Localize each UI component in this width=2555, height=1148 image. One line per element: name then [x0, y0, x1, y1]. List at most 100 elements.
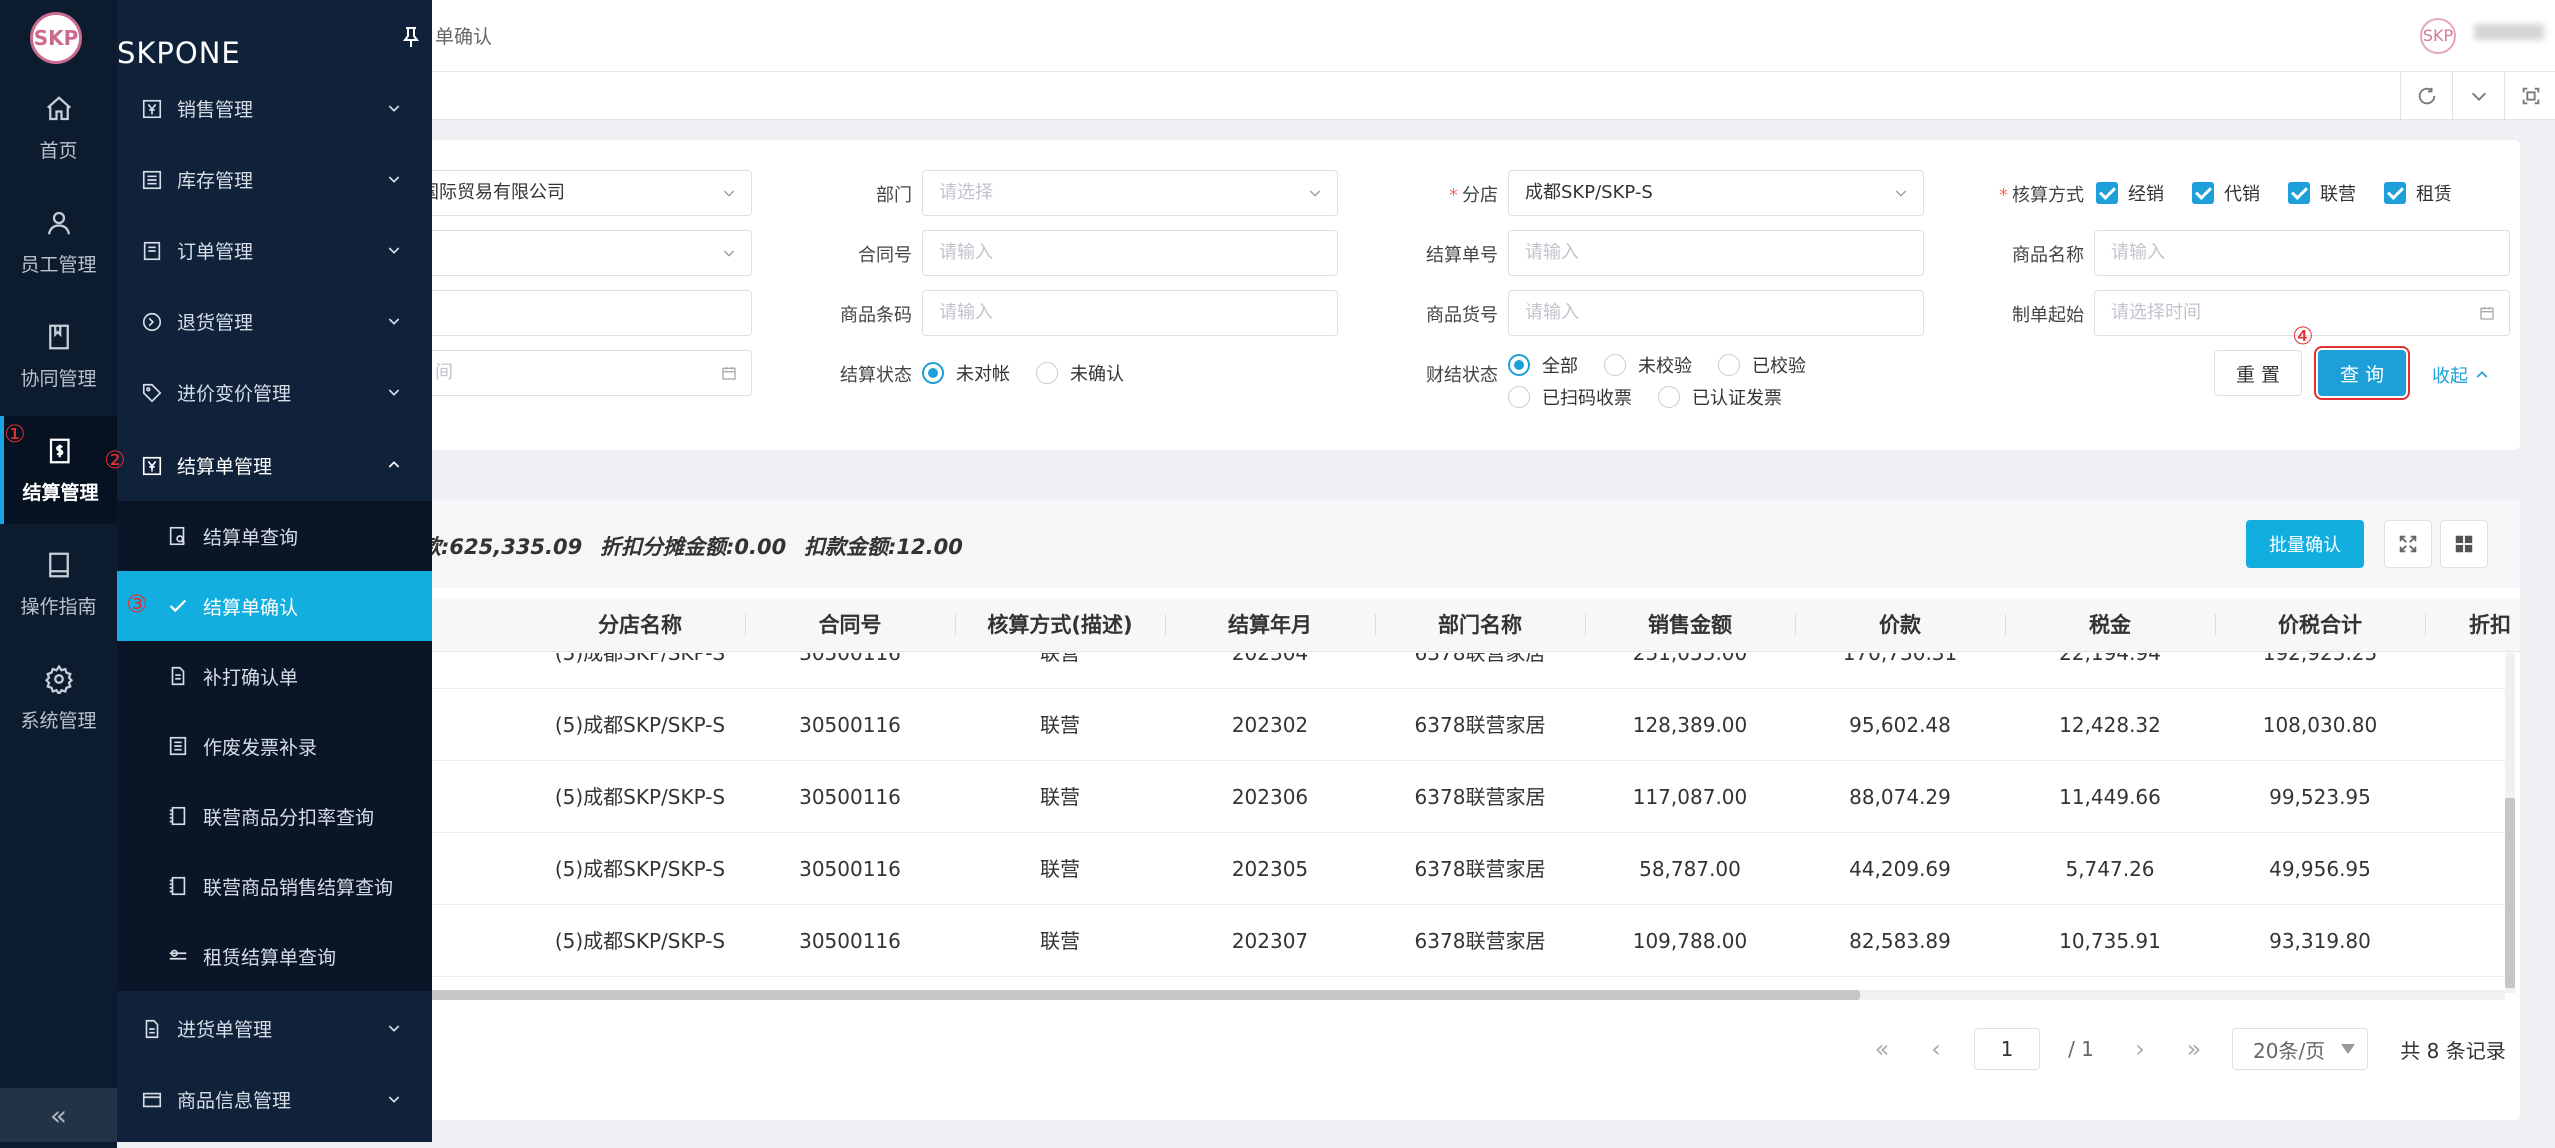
- radio-selected[interactable]: [922, 362, 944, 384]
- method-distribution[interactable]: 经销: [2096, 180, 2164, 206]
- vertical-scrollbar[interactable]: [2505, 653, 2515, 993]
- collapse-filter-link[interactable]: 收起: [2432, 362, 2490, 388]
- report-icon: [169, 806, 186, 826]
- th-dept[interactable]: 部门名称: [1375, 598, 1585, 652]
- product-name-input[interactable]: 请输入: [2094, 230, 2510, 276]
- expand-icon[interactable]: [2384, 520, 2432, 568]
- chevron-down-icon: [1309, 190, 1321, 197]
- menu-item-orders[interactable]: 订单管理: [117, 215, 432, 286]
- finance-status-scanned[interactable]: 已扫码收票: [1508, 384, 1632, 410]
- submenu-settlement-query[interactable]: 结算单查询: [117, 501, 432, 571]
- rail-label: 系统管理: [20, 709, 97, 732]
- vertical-scroll-thumb[interactable]: [2505, 798, 2515, 988]
- radio[interactable]: [1718, 354, 1740, 376]
- th-method[interactable]: 核算方式(描述): [955, 598, 1165, 652]
- finance-status-all[interactable]: 全部: [1508, 352, 1578, 378]
- chevron-down-icon[interactable]: [2452, 72, 2504, 120]
- th-discount[interactable]: 折扣: [2425, 598, 2545, 652]
- checkbox-checked[interactable]: [2096, 182, 2118, 204]
- rail-label: 操作指南: [20, 595, 97, 618]
- submenu-reprint[interactable]: 补打确认单: [117, 641, 432, 711]
- method-consignment[interactable]: 代销: [2192, 180, 2260, 206]
- page-number-input[interactable]: 1: [1974, 1028, 2040, 1070]
- rail-label: 结算管理: [22, 481, 99, 504]
- contract-input[interactable]: 请输入: [922, 230, 1338, 276]
- item-no-input[interactable]: 请输入: [1508, 290, 1924, 336]
- page-size-select[interactable]: 20条/页: [2232, 1028, 2368, 1070]
- rail-item-staff[interactable]: 员工管理: [0, 188, 117, 296]
- last-page-icon[interactable]: »: [2176, 1028, 2212, 1070]
- rail-item-home[interactable]: 首页: [0, 74, 117, 182]
- radio-selected[interactable]: [1508, 354, 1530, 376]
- barcode-input[interactable]: 请输入: [922, 290, 1338, 336]
- menu-label: 进货单管理: [177, 1019, 273, 1041]
- fullscreen-icon[interactable]: [2504, 72, 2555, 120]
- collapse-sidebar-button[interactable]: «: [0, 1088, 117, 1142]
- menu-item-settlement[interactable]: 结算单管理: [117, 430, 432, 501]
- th-total[interactable]: 价税合计: [2215, 598, 2425, 652]
- brand-logo[interactable]: SKP: [30, 12, 82, 64]
- radio[interactable]: [1604, 354, 1626, 376]
- rail-item-collab[interactable]: 协同管理: [0, 302, 117, 410]
- radio[interactable]: [1658, 386, 1680, 408]
- annotation-4: ④: [2292, 322, 2314, 350]
- finance-status-unverified[interactable]: 未校验: [1604, 352, 1692, 378]
- submenu-lease-settlement[interactable]: 租赁结算单查询: [117, 921, 432, 991]
- th-period[interactable]: 结算年月: [1165, 598, 1375, 652]
- submenu-invoice-void[interactable]: 作废发票补录: [117, 711, 432, 781]
- submenu-settlement-confirm[interactable]: 结算单确认: [117, 571, 432, 641]
- dept-select[interactable]: 请选择: [922, 170, 1338, 216]
- cell-method: 联营: [1040, 929, 1080, 953]
- rail-item-guide[interactable]: 操作指南: [0, 530, 117, 638]
- checkbox-checked[interactable]: [2192, 182, 2214, 204]
- prev-page-icon[interactable]: ‹: [1918, 1028, 1954, 1070]
- columns-icon[interactable]: [2440, 520, 2488, 568]
- menu-item-price-change[interactable]: 进价变价管理: [117, 357, 432, 428]
- checkbox-checked[interactable]: [2288, 182, 2310, 204]
- horizontal-scroll-thumb[interactable]: [420, 990, 1860, 1000]
- batch-confirm-button[interactable]: 批量确认: [2246, 520, 2364, 568]
- next-page-icon[interactable]: ›: [2122, 1028, 2158, 1070]
- user-name-blurred[interactable]: [2474, 24, 2544, 40]
- menu-item-returns[interactable]: 退货管理: [117, 286, 432, 357]
- menu-item-inventory[interactable]: 库存管理: [117, 144, 432, 215]
- cell-dept: 6378联营家居: [1414, 653, 1546, 665]
- cell-branch: (5)成都SKP/SKP-S: [554, 785, 726, 809]
- settle-status-unconfirmed[interactable]: 未确认: [1036, 360, 1124, 386]
- th-contract[interactable]: 合同号: [745, 598, 955, 652]
- query-button[interactable]: 查 询: [2314, 346, 2410, 400]
- method-lease[interactable]: 租赁: [2384, 180, 2452, 206]
- submenu-discount-rate[interactable]: 联营商品分扣率查询: [117, 781, 432, 851]
- pin-icon[interactable]: [402, 26, 420, 48]
- th-sales[interactable]: 销售金额: [1585, 598, 1795, 652]
- rail-item-system[interactable]: 系统管理: [0, 644, 117, 752]
- branch-select[interactable]: 成都SKP/SKP-S: [1508, 170, 1924, 216]
- menu-item-sales[interactable]: 销售管理: [117, 73, 432, 144]
- chevron-down-icon: [388, 105, 400, 112]
- user-avatar[interactable]: SKP: [2420, 18, 2456, 54]
- radio[interactable]: [1036, 362, 1058, 384]
- refresh-icon[interactable]: [2400, 72, 2452, 120]
- settle-no-input[interactable]: 请输入: [1508, 230, 1924, 276]
- cell-contract: 30500116: [799, 857, 901, 881]
- contract-placeholder: 请输入: [939, 242, 993, 263]
- reset-button[interactable]: 重 置: [2214, 350, 2302, 396]
- cell-method: 联营: [1040, 785, 1080, 809]
- first-page-icon[interactable]: «: [1864, 1028, 1900, 1070]
- home-icon: [46, 95, 71, 120]
- method-joint[interactable]: 联营: [2288, 180, 2356, 206]
- th-branch[interactable]: 分店名称: [535, 598, 745, 652]
- th-price[interactable]: 价款: [1795, 598, 2005, 652]
- finance-status-certified[interactable]: 已认证发票: [1658, 384, 1782, 410]
- finance-status-verified[interactable]: 已校验: [1718, 352, 1806, 378]
- settle-status-unreconciled[interactable]: 未对帐: [922, 360, 1010, 386]
- cell-total: 93,319.80: [2269, 929, 2371, 953]
- radio[interactable]: [1508, 386, 1530, 408]
- radio-label: 已认证发票: [1692, 388, 1782, 409]
- menu-item-purchase[interactable]: 进货单管理: [117, 993, 432, 1064]
- th-tax[interactable]: 税金: [2005, 598, 2215, 652]
- checkbox-checked[interactable]: [2384, 182, 2406, 204]
- submenu-sales-settlement[interactable]: 联营商品销售结算查询: [117, 851, 432, 921]
- radio-label: 未对帐: [956, 364, 1010, 385]
- menu-item-product-info[interactable]: 商品信息管理: [117, 1064, 432, 1135]
